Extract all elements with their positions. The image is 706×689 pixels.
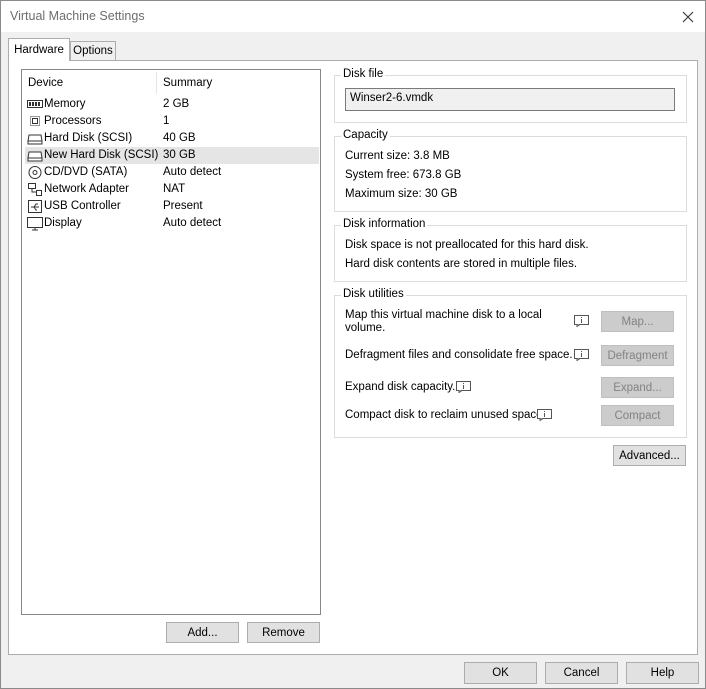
device-row-memory[interactable]: Memory 2 GB: [25, 96, 319, 113]
maximum-size-text: Maximum size: 30 GB: [345, 188, 458, 200]
title-bar: Virtual Machine Settings: [1, 1, 705, 32]
device-summary: 40 GB: [163, 132, 196, 144]
info-icon[interactable]: [574, 349, 589, 361]
map-text-line1: Map this virtual machine disk to a local: [345, 309, 542, 321]
tab-hardware-label: Hardware: [14, 44, 64, 56]
tab-options-label: Options: [73, 45, 113, 57]
column-separator[interactable]: [156, 72, 157, 94]
expand-button[interactable]: Expand...: [601, 377, 674, 398]
info-icon[interactable]: [537, 409, 552, 421]
system-free-text: System free: 673.8 GB: [345, 169, 462, 181]
vm-settings-window: Virtual Machine Settings Hardware Option…: [0, 0, 706, 689]
usb-icon: [28, 200, 42, 213]
device-summary: Auto detect: [163, 217, 222, 229]
device-summary: Auto detect: [163, 166, 222, 178]
device-list-header: Device Summary: [22, 70, 320, 96]
compact-button[interactable]: Compact: [601, 405, 674, 426]
device-name: Display: [44, 217, 82, 229]
disk-file-label: Disk file: [341, 68, 386, 80]
ok-button[interactable]: OK: [464, 662, 537, 684]
device-list[interactable]: Device Summary Memory 2 GB Processors 1: [21, 69, 321, 615]
current-size-text: Current size: 3.8 MB: [345, 150, 450, 162]
close-icon: [682, 11, 694, 22]
device-name: USB Controller: [44, 200, 121, 212]
map-text-line2: volume.: [345, 322, 386, 334]
add-button[interactable]: Add...: [166, 622, 239, 643]
disk-information-label: Disk information: [341, 218, 428, 230]
tab-options[interactable]: Options: [70, 41, 116, 60]
memory-icon: [27, 100, 43, 108]
map-button[interactable]: Map...: [601, 311, 674, 332]
advanced-button[interactable]: Advanced...: [613, 445, 686, 466]
disk-utilities-label: Disk utilities: [341, 288, 406, 300]
device-summary: NAT: [163, 183, 186, 195]
compact-text: Compact disk to reclaim unused space.: [345, 409, 546, 421]
device-row-hard-disk[interactable]: Hard Disk (SCSI) 40 GB: [25, 130, 319, 147]
device-row-processors[interactable]: Processors 1: [25, 113, 319, 130]
cd-dvd-icon: [28, 166, 42, 179]
capacity-label: Capacity: [341, 129, 390, 141]
device-name: New Hard Disk (SCSI): [44, 149, 159, 161]
window-title: Virtual Machine Settings: [10, 9, 145, 23]
cancel-button[interactable]: Cancel: [545, 662, 618, 684]
device-summary: 2 GB: [163, 98, 190, 110]
info-icon[interactable]: [574, 315, 589, 327]
defrag-text: Defragment files and consolidate free sp…: [345, 349, 573, 361]
info-icon[interactable]: [456, 381, 471, 393]
device-summary: 30 GB: [163, 149, 196, 161]
display-icon: [27, 217, 43, 231]
disk-info-line1: Disk space is not preallocated for this …: [345, 239, 589, 251]
device-row-usb-controller[interactable]: USB Controller Present: [25, 198, 319, 215]
device-name: Network Adapter: [44, 183, 130, 195]
disk-file-field[interactable]: Winser2-6.vmdk: [345, 88, 675, 111]
disk-file-value: Winser2-6.vmdk: [350, 92, 434, 104]
device-row-new-hard-disk[interactable]: New Hard Disk (SCSI) 30 GB: [25, 147, 319, 164]
device-name: Hard Disk (SCSI): [44, 132, 133, 144]
network-adapter-icon: [28, 183, 42, 196]
processor-icon: [30, 116, 40, 126]
device-summary: 1: [163, 115, 170, 127]
device-column-header[interactable]: Device: [28, 77, 63, 89]
summary-column-header[interactable]: Summary: [163, 77, 212, 89]
expand-text: Expand disk capacity.: [345, 381, 456, 393]
hard-disk-icon: [27, 134, 43, 145]
help-button[interactable]: Help: [626, 662, 699, 684]
device-name: CD/DVD (SATA): [44, 166, 128, 178]
remove-button[interactable]: Remove: [247, 622, 320, 643]
device-summary: Present: [163, 200, 203, 212]
device-name: Memory: [44, 98, 86, 110]
hard-disk-icon: [27, 151, 43, 162]
device-row-network-adapter[interactable]: Network Adapter NAT: [25, 181, 319, 198]
device-row-display[interactable]: Display Auto detect: [25, 215, 319, 232]
tab-hardware[interactable]: Hardware: [8, 38, 70, 61]
device-row-cd-dvd[interactable]: CD/DVD (SATA) Auto detect: [25, 164, 319, 181]
close-button[interactable]: [671, 1, 705, 32]
disk-information-group: Disk information: [334, 218, 687, 282]
defragment-button[interactable]: Defragment: [601, 345, 674, 366]
disk-info-line2: Hard disk contents are stored in multipl…: [345, 258, 578, 270]
device-name: Processors: [44, 115, 102, 127]
